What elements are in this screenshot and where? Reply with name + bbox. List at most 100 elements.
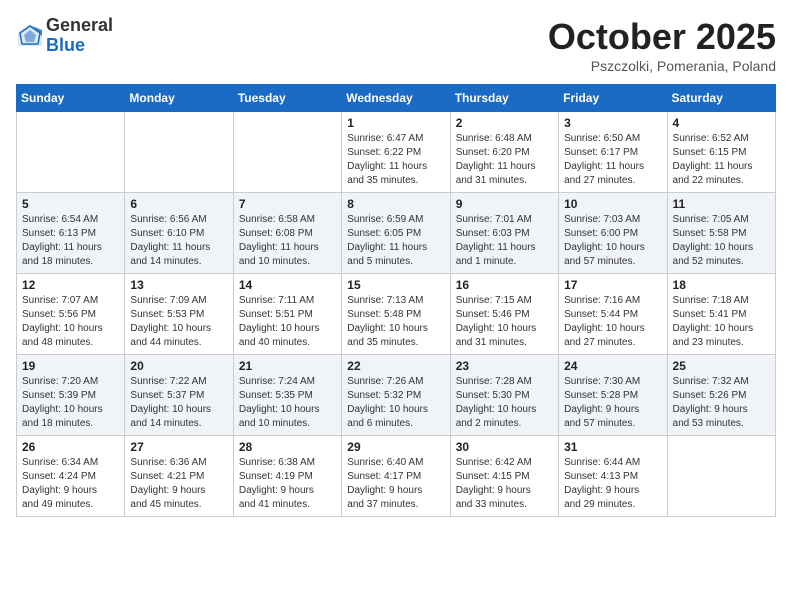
day-number: 2 xyxy=(456,116,553,130)
day-cell: 9 Sunrise: 7:01 AM Sunset: 6:03 PM Daylig… xyxy=(450,193,558,274)
day-info: Sunrise: 6:36 AM Sunset: 4:21 PM Dayligh… xyxy=(130,456,227,512)
day-info: Sunrise: 7:09 AM Sunset: 5:53 PM Dayligh… xyxy=(130,294,227,350)
week-row-2: 5 Sunrise: 6:54 AM Sunset: 6:13 PM Daylig… xyxy=(17,193,776,274)
day-info: Sunrise: 6:56 AM Sunset: 6:10 PM Dayligh… xyxy=(130,213,227,269)
day-number: 22 xyxy=(347,359,444,373)
week-row-4: 19Sunrise: 7:20 AM Sunset: 5:39 PM Dayli… xyxy=(17,355,776,436)
day-cell: 18Sunrise: 7:18 AM Sunset: 5:41 PM Dayli… xyxy=(667,274,775,355)
day-cell: 1 Sunrise: 6:47 AM Sunset: 6:22 PM Daylig… xyxy=(342,112,450,193)
day-number: 30 xyxy=(456,440,553,454)
month-title: October 2025 xyxy=(548,16,776,58)
calendar-body: 1 Sunrise: 6:47 AM Sunset: 6:22 PM Daylig… xyxy=(17,112,776,517)
day-info: Sunrise: 7:03 AM Sunset: 6:00 PM Dayligh… xyxy=(564,213,661,269)
day-cell: 26 Sunrise: 6:34 AM Sunset: 4:24 PM Dayli… xyxy=(17,436,125,517)
day-info: Sunrise: 7:28 AM Sunset: 5:30 PM Dayligh… xyxy=(456,375,553,431)
day-number: 25 xyxy=(673,359,770,373)
day-cell: 16 Sunrise: 7:15 AM Sunset: 5:46 PM Dayli… xyxy=(450,274,558,355)
calendar: SundayMondayTuesdayWednesdayThursdayFrid… xyxy=(16,84,776,517)
day-info: Sunrise: 6:54 AM Sunset: 6:13 PM Dayligh… xyxy=(22,213,119,269)
day-info: Sunrise: 7:13 AM Sunset: 5:48 PM Dayligh… xyxy=(347,294,444,350)
header-cell-wednesday: Wednesday xyxy=(342,85,450,112)
logo-icon xyxy=(16,22,44,50)
header-cell-friday: Friday xyxy=(559,85,667,112)
day-cell: 21 Sunrise: 7:24 AM Sunset: 5:35 PM Dayli… xyxy=(233,355,341,436)
day-info: Sunrise: 7:16 AM Sunset: 5:44 PM Dayligh… xyxy=(564,294,661,350)
day-cell: 27Sunrise: 6:36 AM Sunset: 4:21 PM Dayli… xyxy=(125,436,233,517)
week-row-1: 1 Sunrise: 6:47 AM Sunset: 6:22 PM Daylig… xyxy=(17,112,776,193)
day-info: Sunrise: 6:48 AM Sunset: 6:20 PM Dayligh… xyxy=(456,132,553,188)
title-block: October 2025 Pszczolki, Pomerania, Polan… xyxy=(548,16,776,74)
day-number: 20 xyxy=(130,359,227,373)
header-cell-tuesday: Tuesday xyxy=(233,85,341,112)
day-number: 16 xyxy=(456,278,553,292)
day-cell: 2 Sunrise: 6:48 AM Sunset: 6:20 PM Daylig… xyxy=(450,112,558,193)
logo-general: General xyxy=(46,16,113,36)
day-info: Sunrise: 7:07 AM Sunset: 5:56 PM Dayligh… xyxy=(22,294,119,350)
day-number: 17 xyxy=(564,278,661,292)
calendar-header: SundayMondayTuesdayWednesdayThursdayFrid… xyxy=(17,85,776,112)
day-number: 18 xyxy=(673,278,770,292)
day-info: Sunrise: 7:22 AM Sunset: 5:37 PM Dayligh… xyxy=(130,375,227,431)
day-number: 13 xyxy=(130,278,227,292)
day-number: 26 xyxy=(22,440,119,454)
day-number: 8 xyxy=(347,197,444,211)
day-number: 3 xyxy=(564,116,661,130)
day-number: 6 xyxy=(130,197,227,211)
day-info: Sunrise: 7:11 AM Sunset: 5:51 PM Dayligh… xyxy=(239,294,336,350)
day-cell: 15Sunrise: 7:13 AM Sunset: 5:48 PM Dayli… xyxy=(342,274,450,355)
day-info: Sunrise: 6:47 AM Sunset: 6:22 PM Dayligh… xyxy=(347,132,444,188)
day-number: 10 xyxy=(564,197,661,211)
day-number: 24 xyxy=(564,359,661,373)
day-cell: 19Sunrise: 7:20 AM Sunset: 5:39 PM Dayli… xyxy=(17,355,125,436)
day-info: Sunrise: 6:34 AM Sunset: 4:24 PM Dayligh… xyxy=(22,456,119,512)
page-header: General Blue October 2025 Pszczolki, Pom… xyxy=(16,16,776,74)
day-info: Sunrise: 6:50 AM Sunset: 6:17 PM Dayligh… xyxy=(564,132,661,188)
day-cell: 24 Sunrise: 7:30 AM Sunset: 5:28 PM Dayli… xyxy=(559,355,667,436)
day-number: 28 xyxy=(239,440,336,454)
day-number: 12 xyxy=(22,278,119,292)
day-number: 1 xyxy=(347,116,444,130)
header-cell-monday: Monday xyxy=(125,85,233,112)
day-number: 9 xyxy=(456,197,553,211)
day-info: Sunrise: 6:38 AM Sunset: 4:19 PM Dayligh… xyxy=(239,456,336,512)
day-info: Sunrise: 7:32 AM Sunset: 5:26 PM Dayligh… xyxy=(673,375,770,431)
location: Pszczolki, Pomerania, Poland xyxy=(548,58,776,74)
day-cell: 5 Sunrise: 6:54 AM Sunset: 6:13 PM Daylig… xyxy=(17,193,125,274)
day-cell: 28 Sunrise: 6:38 AM Sunset: 4:19 PM Dayli… xyxy=(233,436,341,517)
day-cell: 23 Sunrise: 7:28 AM Sunset: 5:30 PM Dayli… xyxy=(450,355,558,436)
day-cell: 14Sunrise: 7:11 AM Sunset: 5:51 PM Dayli… xyxy=(233,274,341,355)
day-number: 4 xyxy=(673,116,770,130)
day-cell: 31Sunrise: 6:44 AM Sunset: 4:13 PM Dayli… xyxy=(559,436,667,517)
day-cell: 17 Sunrise: 7:16 AM Sunset: 5:44 PM Dayli… xyxy=(559,274,667,355)
day-cell xyxy=(667,436,775,517)
day-info: Sunrise: 7:15 AM Sunset: 5:46 PM Dayligh… xyxy=(456,294,553,350)
day-cell: 10 Sunrise: 7:03 AM Sunset: 6:00 PM Dayli… xyxy=(559,193,667,274)
day-info: Sunrise: 6:59 AM Sunset: 6:05 PM Dayligh… xyxy=(347,213,444,269)
day-cell: 6 Sunrise: 6:56 AM Sunset: 6:10 PM Daylig… xyxy=(125,193,233,274)
day-number: 31 xyxy=(564,440,661,454)
logo-text: General Blue xyxy=(46,16,113,56)
day-cell: 22Sunrise: 7:26 AM Sunset: 5:32 PM Dayli… xyxy=(342,355,450,436)
day-info: Sunrise: 7:24 AM Sunset: 5:35 PM Dayligh… xyxy=(239,375,336,431)
day-cell: 8 Sunrise: 6:59 AM Sunset: 6:05 PM Daylig… xyxy=(342,193,450,274)
logo: General Blue xyxy=(16,16,113,56)
header-cell-thursday: Thursday xyxy=(450,85,558,112)
day-info: Sunrise: 6:42 AM Sunset: 4:15 PM Dayligh… xyxy=(456,456,553,512)
day-number: 5 xyxy=(22,197,119,211)
day-number: 7 xyxy=(239,197,336,211)
day-cell: 25 Sunrise: 7:32 AM Sunset: 5:26 PM Dayli… xyxy=(667,355,775,436)
day-cell: 30 Sunrise: 6:42 AM Sunset: 4:15 PM Dayli… xyxy=(450,436,558,517)
day-info: Sunrise: 6:40 AM Sunset: 4:17 PM Dayligh… xyxy=(347,456,444,512)
day-cell: 12 Sunrise: 7:07 AM Sunset: 5:56 PM Dayli… xyxy=(17,274,125,355)
day-number: 23 xyxy=(456,359,553,373)
day-info: Sunrise: 7:01 AM Sunset: 6:03 PM Dayligh… xyxy=(456,213,553,269)
day-cell: 7Sunrise: 6:58 AM Sunset: 6:08 PM Daylig… xyxy=(233,193,341,274)
day-cell: 11Sunrise: 7:05 AM Sunset: 5:58 PM Dayli… xyxy=(667,193,775,274)
header-row: SundayMondayTuesdayWednesdayThursdayFrid… xyxy=(17,85,776,112)
logo-blue: Blue xyxy=(46,36,113,56)
day-cell: 4Sunrise: 6:52 AM Sunset: 6:15 PM Daylig… xyxy=(667,112,775,193)
day-info: Sunrise: 7:05 AM Sunset: 5:58 PM Dayligh… xyxy=(673,213,770,269)
day-number: 29 xyxy=(347,440,444,454)
day-number: 21 xyxy=(239,359,336,373)
day-info: Sunrise: 7:30 AM Sunset: 5:28 PM Dayligh… xyxy=(564,375,661,431)
